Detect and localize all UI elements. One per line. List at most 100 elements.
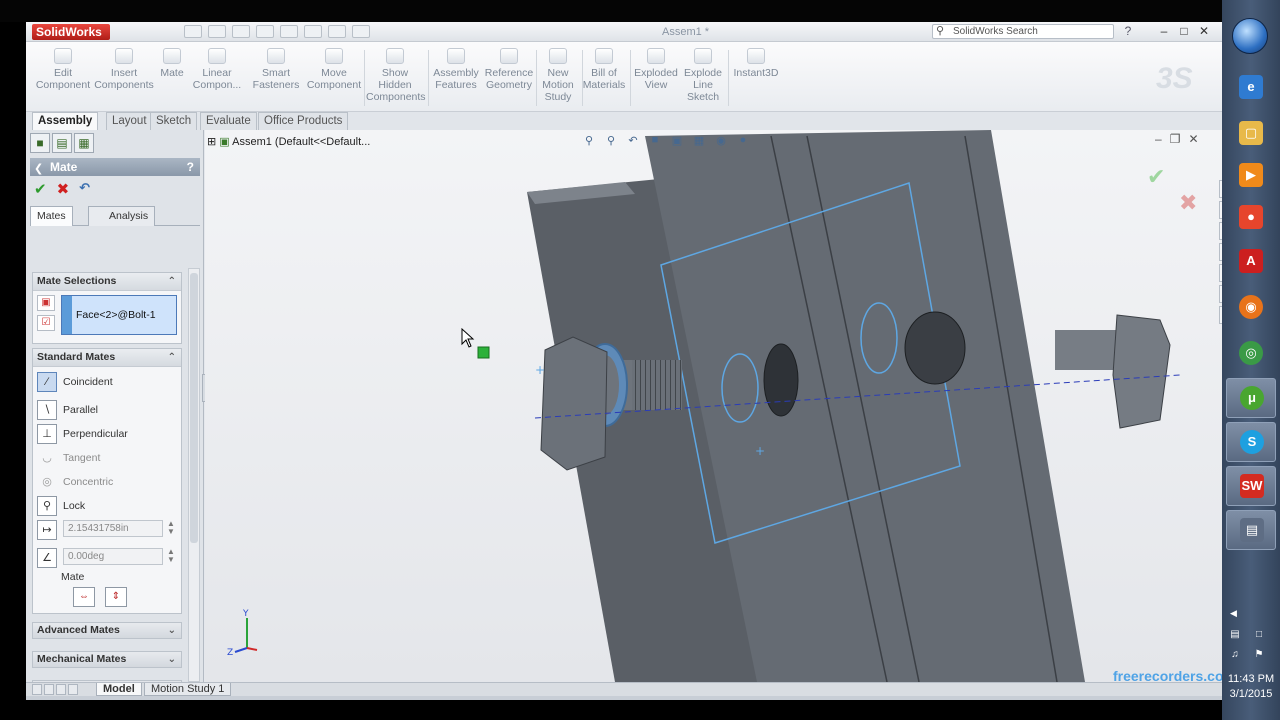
first-tab-icon[interactable] [32, 684, 42, 695]
scroll-thumb[interactable] [190, 273, 198, 543]
view-orientation-icon[interactable]: ▣ [669, 134, 685, 148]
close-icon[interactable]: ✕ [1188, 132, 1198, 146]
last-tab-icon[interactable] [68, 684, 78, 695]
mechanical-mates-group[interactable]: Mechanical Mates ⌄ [32, 651, 182, 668]
taskbar-app-explorer[interactable]: ▢ [1226, 114, 1276, 154]
pm-scrollbar[interactable] [188, 268, 200, 682]
standard-mates-header[interactable]: Standard Mates ⌃ [33, 349, 181, 367]
expand-icon[interactable]: ⊞ [207, 136, 216, 148]
print-icon[interactable] [256, 25, 274, 38]
volume-icon[interactable]: ♫ [1228, 648, 1242, 662]
property-manager-icon[interactable]: ▤ [52, 133, 72, 153]
taskbar-app-skype[interactable]: S [1226, 422, 1276, 462]
tab-assembly[interactable]: Assembly [32, 112, 99, 130]
collapse-icon[interactable]: ⌃ [168, 349, 176, 366]
select-icon[interactable] [304, 25, 322, 38]
show-hidden-icons-arrow[interactable]: ◀ [1230, 608, 1237, 619]
next-tab-icon[interactable] [56, 684, 66, 695]
prev-tab-icon[interactable] [44, 684, 54, 695]
taskbar-app-solidworks[interactable]: SW [1226, 466, 1276, 506]
tab-model[interactable]: Model [96, 683, 142, 696]
flag-icon[interactable]: ⚑ [1252, 648, 1266, 662]
options-icon[interactable] [352, 25, 370, 38]
undo-icon[interactable]: ↶ [79, 180, 90, 198]
tab-sketch[interactable]: Sketch [150, 112, 198, 130]
save-icon[interactable] [232, 25, 250, 38]
bolt-head[interactable] [1112, 314, 1171, 429]
start-button[interactable] [1232, 18, 1268, 54]
tab-mates[interactable]: Mates [30, 206, 73, 226]
tree-root[interactable]: Assem1 (Default<<Default... [232, 136, 370, 148]
parallel-option[interactable]: ∖ Parallel [37, 399, 179, 421]
taskbar-app-film[interactable]: ▤ [1226, 510, 1276, 550]
hide-show-icon[interactable]: ◉ [713, 134, 729, 148]
assembly-features-button[interactable]: Assembly Features [430, 48, 482, 91]
angle-icon[interactable]: ∠ [37, 548, 57, 568]
mate-button[interactable]: Mate [156, 48, 188, 79]
tab-layout[interactable]: Layout [106, 112, 153, 130]
mate-selection-list[interactable]: Face<2>@Bolt-1 [61, 295, 177, 335]
graphics-area[interactable]: + + ⊞ ▣ Assem1 (Default<<Default... ⚲ ⚲ [205, 130, 1222, 682]
taskbar-app-acrobat[interactable]: A [1226, 242, 1276, 282]
help-icon[interactable]: ? [1120, 24, 1136, 40]
exploded-view-button[interactable]: Exploded View [632, 48, 680, 91]
distance-spinner[interactable]: ▲ ▼ [167, 520, 175, 536]
close-icon[interactable]: ✕ [1196, 24, 1212, 40]
instant3d-button[interactable]: Instant3D [730, 48, 782, 79]
bolt-2[interactable] [1055, 314, 1171, 429]
maximize-icon[interactable]: □ [1176, 24, 1192, 40]
ok-icon[interactable]: ✔ [34, 180, 47, 198]
advanced-mates-group[interactable]: Advanced Mates ⌄ [32, 622, 182, 639]
selection-item[interactable]: Face<2>@Bolt-1 [76, 309, 156, 321]
feature-tree-flyout[interactable]: ⊞ ▣ Assem1 (Default<<Default... [207, 135, 370, 148]
bolt-nut[interactable] [540, 336, 608, 471]
monitor-icon[interactable]: □ [1252, 628, 1266, 642]
new-motion-study-button[interactable]: New Motion Study [538, 48, 578, 103]
cancel-icon[interactable]: ✖ [57, 180, 70, 198]
edit-component-button[interactable]: Edit Component [34, 48, 92, 91]
zoom-area-icon[interactable]: ⚲ [603, 134, 619, 148]
tab-evaluate[interactable]: Evaluate [200, 112, 257, 130]
minimize-icon[interactable]: – [1156, 24, 1172, 40]
minimize-icon[interactable]: – [1155, 132, 1162, 146]
taskbar-app-firefox[interactable]: ◉ [1226, 288, 1276, 328]
zoom-to-fit-icon[interactable]: ⚲ [581, 134, 597, 148]
perpendicular-option[interactable]: ⊥ Perpendicular [37, 423, 179, 445]
taskbar-app-chrome[interactable]: ◎ [1226, 334, 1276, 374]
previous-view-icon[interactable]: ↶ [625, 134, 641, 148]
taskbar-clock[interactable]: 11:43 PM 3/1/2015 [1222, 672, 1280, 702]
bill-of-materials-button[interactable]: Bill of Materials [582, 48, 626, 91]
feature-manager-icon[interactable]: ■ [30, 133, 50, 153]
anti-aligned-icon[interactable]: ⇕ [105, 587, 127, 607]
tab-office-products[interactable]: Office Products [258, 112, 349, 130]
open-icon[interactable] [208, 25, 226, 38]
angle-field[interactable]: 0.00deg [63, 548, 163, 565]
solidworks-logo[interactable]: SolidWorks [32, 24, 110, 40]
distance-field[interactable]: 2.15431758in [63, 520, 163, 537]
configuration-manager-icon[interactable]: ▦ [74, 133, 94, 153]
taskbar-app-recorder[interactable]: ● [1226, 198, 1276, 238]
angle-spinner[interactable]: ▲ ▼ [167, 548, 175, 564]
reference-geometry-button[interactable]: Reference Geometry [484, 48, 534, 91]
restore-icon[interactable]: ❐ [1170, 132, 1181, 146]
rebuild-icon[interactable] [328, 25, 346, 38]
distance-icon[interactable]: ↦ [37, 520, 57, 540]
new-icon[interactable] [184, 25, 202, 38]
tangent-option[interactable]: ◡ Tangent [37, 447, 179, 469]
confirmation-cancel-icon[interactable]: ✖ [1179, 190, 1197, 216]
undo-icon[interactable] [280, 25, 298, 38]
taskbar-app-media[interactable]: ▶ [1226, 156, 1276, 196]
smart-fasteners-button[interactable]: Smart Fasteners [250, 48, 302, 91]
confirmation-ok-icon[interactable]: ✔ [1147, 164, 1165, 190]
tab-motion-study[interactable]: Motion Study 1 [144, 683, 232, 696]
insert-components-button[interactable]: Insert Components [94, 48, 154, 91]
appearance-icon[interactable]: ● [735, 134, 751, 148]
expand-icon[interactable]: ⌄ [168, 652, 176, 667]
lock-option[interactable]: ⚲ Lock [37, 495, 179, 517]
coincident-option[interactable]: ∕ Coincident [37, 371, 179, 393]
taskbar-app-utorrent[interactable]: μ [1226, 378, 1276, 418]
search-input[interactable]: ⚲ SolidWorks Search [932, 24, 1114, 39]
expand-icon[interactable]: ⌄ [168, 623, 176, 638]
collapse-icon[interactable]: ⌃ [168, 273, 176, 290]
taskbar-app-ie[interactable]: e [1226, 68, 1276, 108]
